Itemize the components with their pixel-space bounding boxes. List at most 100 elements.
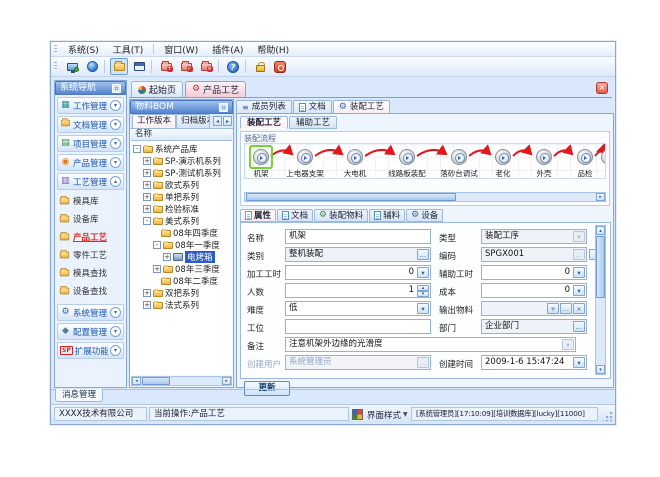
chevron-down-icon[interactable]: ▾ bbox=[110, 345, 121, 356]
sidebar-item-mold-search[interactable]: 模具查找 bbox=[59, 266, 125, 280]
chevron-down-icon[interactable]: ▼ bbox=[403, 411, 408, 418]
sidebar-item-mold-library[interactable]: 模具库 bbox=[59, 194, 125, 208]
tree-row[interactable]: 08年二季度 bbox=[131, 275, 232, 287]
flow-node[interactable] bbox=[297, 149, 313, 165]
tab-start-page[interactable]: 起始页 bbox=[131, 81, 183, 97]
chevron-down-icon[interactable] bbox=[573, 285, 585, 296]
open-folder-icon[interactable] bbox=[110, 58, 128, 75]
sidebar-item-part-process[interactable]: 零件工艺 bbox=[59, 248, 125, 262]
window-icon[interactable] bbox=[130, 58, 148, 75]
sidebar-item-work[interactable]: ▦ 工作管理 ▾ bbox=[57, 97, 124, 114]
work-hours-input[interactable]: 0 bbox=[285, 265, 431, 280]
pushpin-icon[interactable] bbox=[112, 84, 121, 93]
chevron-down-icon[interactable]: ▾ bbox=[110, 100, 121, 111]
folder-check-icon[interactable]: ✓ bbox=[177, 58, 195, 75]
people-stepper[interactable]: 1 bbox=[285, 283, 431, 298]
expander-icon[interactable]: + bbox=[153, 265, 161, 273]
ellipsis-icon[interactable] bbox=[417, 249, 429, 260]
remark-input[interactable]: 注意机架外边缘的光滑度 bbox=[285, 337, 576, 352]
tree-row[interactable]: -08年一季度 bbox=[131, 239, 232, 251]
tab-scroll-right-icon[interactable] bbox=[223, 116, 232, 126]
subtab-assembly-process[interactable]: 装配工艺 bbox=[240, 116, 288, 129]
subtab-auxiliary-process[interactable]: 辅助工艺 bbox=[289, 116, 337, 129]
flow-node-frame[interactable] bbox=[253, 149, 269, 165]
flow-canvas[interactable]: 机架 上电器支架 大电机 线路板装配 落砂台调试 老化 外壳 品检 bbox=[244, 143, 606, 179]
sidebar-item-product[interactable]: ◉ 产品管理 ▾ bbox=[57, 154, 124, 171]
tab-working-version[interactable]: 工作版本 bbox=[132, 114, 176, 128]
tree-row[interactable]: +法式系列 bbox=[131, 299, 232, 311]
spin-down-icon[interactable] bbox=[417, 291, 429, 297]
tab-properties[interactable]: 属性 bbox=[240, 209, 276, 222]
tab-archived-version[interactable]: 归档版本 bbox=[176, 114, 210, 128]
chevron-down-icon[interactable]: ▾ bbox=[110, 119, 121, 130]
expander-icon[interactable]: + bbox=[163, 253, 171, 261]
tree-row[interactable]: +08年三季度 bbox=[131, 263, 232, 275]
scrollbar-thumb[interactable] bbox=[246, 193, 456, 201]
resize-grip[interactable] bbox=[603, 411, 613, 421]
chevron-down-icon[interactable] bbox=[573, 357, 585, 368]
tab-equipment[interactable]: ⚙设备 bbox=[406, 209, 443, 222]
flow-node[interactable] bbox=[347, 149, 363, 165]
chevron-down-icon[interactable] bbox=[573, 231, 585, 242]
flow-node[interactable] bbox=[577, 149, 593, 165]
tree-row-selected[interactable]: +电烤箱 bbox=[131, 251, 232, 263]
chevron-down-icon[interactable]: ▾ bbox=[110, 138, 121, 149]
expander-icon[interactable]: - bbox=[133, 145, 141, 153]
flow-node[interactable] bbox=[399, 149, 415, 165]
scroll-down-icon[interactable] bbox=[596, 365, 605, 374]
clear-icon[interactable] bbox=[573, 303, 585, 314]
ellipsis-icon[interactable] bbox=[573, 249, 585, 260]
difficulty-combobox[interactable]: 低 bbox=[285, 301, 431, 316]
category-picker[interactable]: 整机装配 bbox=[285, 247, 431, 262]
menu-help[interactable]: 帮助(H) bbox=[250, 41, 296, 58]
tree-row[interactable]: +双把系列 bbox=[131, 287, 232, 299]
form-vertical-scrollbar[interactable] bbox=[595, 225, 606, 375]
exit-icon[interactable] bbox=[271, 58, 289, 75]
tree-row[interactable]: +单把系列 bbox=[131, 191, 232, 203]
scrollbar-thumb[interactable] bbox=[142, 377, 170, 385]
tab-auxiliary-materials[interactable]: 辅料 bbox=[369, 209, 405, 222]
close-icon[interactable] bbox=[596, 82, 608, 94]
add-icon[interactable] bbox=[547, 303, 559, 314]
expander-icon[interactable]: + bbox=[143, 289, 151, 297]
lock-icon[interactable] bbox=[251, 58, 269, 75]
sidebar-item-document[interactable]: 文档管理 ▾ bbox=[57, 116, 124, 133]
menu-grip[interactable] bbox=[54, 45, 57, 54]
sidebar-item-craft[interactable]: ▥ 工艺管理 ▴ bbox=[57, 173, 124, 190]
expander-icon[interactable]: + bbox=[143, 301, 151, 309]
flow-horizontal-scrollbar[interactable] bbox=[244, 192, 606, 202]
expander-icon[interactable]: + bbox=[143, 181, 151, 189]
expander-icon[interactable]: + bbox=[143, 169, 151, 177]
sidebar-item-config[interactable]: ◆ 配置管理 ▾ bbox=[57, 323, 124, 340]
chevron-down-icon[interactable] bbox=[417, 303, 429, 314]
expander-icon[interactable]: + bbox=[143, 157, 151, 165]
scroll-right-icon[interactable] bbox=[596, 193, 605, 201]
flow-node[interactable] bbox=[536, 149, 552, 165]
pushpin-icon[interactable] bbox=[219, 103, 228, 112]
menu-plugins[interactable]: 插件(A) bbox=[205, 41, 250, 58]
name-input[interactable]: 机架 bbox=[285, 229, 431, 244]
station-input[interactable] bbox=[285, 319, 431, 334]
sidebar-item-equipment-search[interactable]: 设备查找 bbox=[59, 284, 125, 298]
scroll-right-icon[interactable] bbox=[222, 377, 231, 385]
interface-style-label[interactable]: 界面样式 bbox=[367, 409, 401, 421]
sidebar-item-product-process[interactable]: 产品工艺 bbox=[59, 230, 125, 244]
sidebar-item-equipment-library[interactable]: 设备库 bbox=[59, 212, 125, 226]
tab-product-process[interactable]: ⚙ 产品工艺 bbox=[185, 81, 246, 97]
created-time-picker[interactable]: 2009-1-6 15:47:24 bbox=[481, 355, 587, 370]
tree-row[interactable]: 08年四季度 bbox=[131, 227, 232, 239]
tree-row[interactable]: +SP-演示机系列 bbox=[131, 155, 232, 167]
department-picker[interactable]: 企业部门 bbox=[481, 319, 587, 334]
tree-row[interactable]: +检验标准 bbox=[131, 203, 232, 215]
tab-prop-documents[interactable]: 文档 bbox=[277, 209, 313, 222]
connect-icon[interactable] bbox=[63, 58, 81, 75]
tree-horizontal-scrollbar[interactable] bbox=[131, 376, 232, 386]
ellipsis-icon[interactable] bbox=[573, 321, 585, 332]
chevron-down-icon[interactable] bbox=[417, 267, 429, 278]
browser-icon[interactable] bbox=[83, 58, 101, 75]
theme-palette-icon[interactable] bbox=[352, 409, 363, 420]
tree-row[interactable]: +SP-测试机系列 bbox=[131, 167, 232, 179]
tab-member-list[interactable]: ≡成员列表 bbox=[236, 100, 292, 114]
code-picker[interactable]: SPGX001 bbox=[481, 247, 587, 262]
cost-input[interactable]: 0 bbox=[481, 283, 587, 298]
